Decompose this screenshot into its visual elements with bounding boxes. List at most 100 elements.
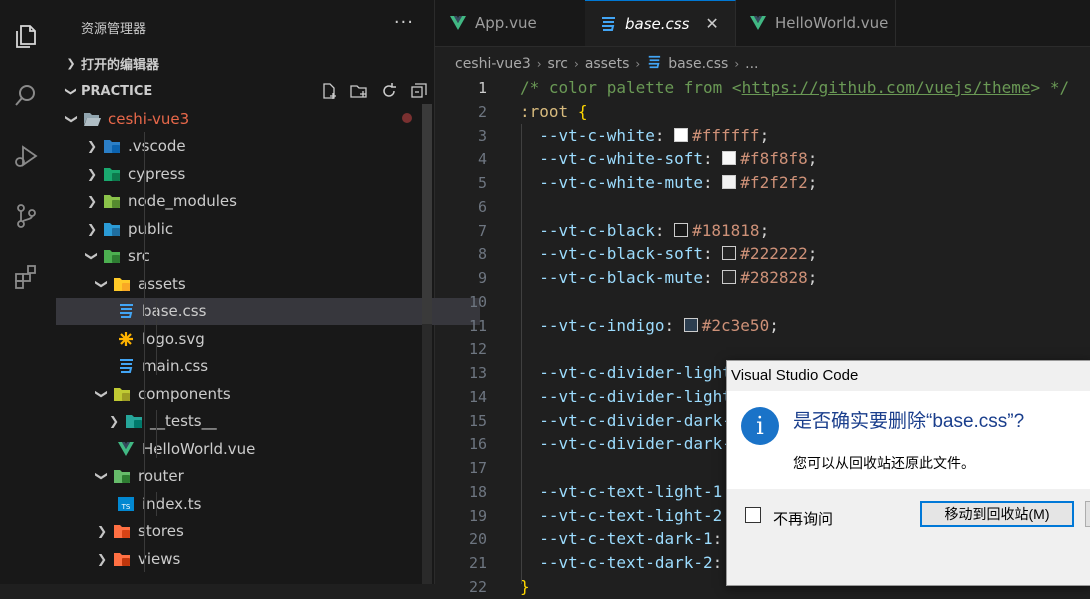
chevron-down-icon: ❯ <box>95 388 109 399</box>
tree-item[interactable]: ❯ router <box>56 463 460 490</box>
editor-tab[interactable]: base.css ✕ <box>585 0 736 46</box>
ts-file-icon: TS <box>116 495 136 513</box>
code-token: #f8f8f8 <box>740 149 808 169</box>
color-swatch[interactable] <box>683 317 698 332</box>
line-content: --vt-c-white: #ffffff; <box>520 124 769 148</box>
sidebar-title: 资源管理器 <box>81 22 147 37</box>
tree-item[interactable]: ❯ public <box>56 215 450 242</box>
line-number: 5 <box>477 174 487 192</box>
run-debug-icon[interactable] <box>0 132 52 180</box>
tree-item[interactable]: logo.svg <box>56 325 480 352</box>
extensions-icon[interactable] <box>0 252 52 300</box>
code-token: --vt-c-divider-light <box>520 386 732 406</box>
code-token: > */ <box>1030 78 1070 97</box>
dont-ask-label[interactable]: 不再询问 <box>773 508 833 529</box>
tree-item[interactable]: ❯ stores <box>56 518 460 545</box>
code-token: : <box>664 315 684 335</box>
color-swatch[interactable] <box>722 151 737 166</box>
workspace-section[interactable]: ❯ PRACTICE <box>56 78 434 104</box>
color-swatch[interactable] <box>674 127 689 142</box>
editor-tab[interactable]: App.vue <box>435 0 586 46</box>
tree-item-label: main.css <box>142 357 209 375</box>
tree-item[interactable]: ❯ views <box>56 545 460 572</box>
folder-open-icon <box>82 110 102 128</box>
tree-item[interactable]: ❯ components <box>56 380 460 407</box>
move-to-trash-button[interactable]: 移动到回收站(M) <box>920 501 1074 527</box>
tree-item-label: ceshi-vue3 <box>108 109 190 128</box>
tree-indent-guide <box>144 132 145 572</box>
breadcrumb-item[interactable]: base.css <box>668 56 728 72</box>
explorer-icon[interactable] <box>0 12 52 60</box>
tree-item-label: __tests__ <box>150 412 217 430</box>
tree-item-label: index.ts <box>142 494 202 513</box>
code-token: --vt-c-white-mute <box>520 173 704 192</box>
tree-item[interactable]: ❯ src <box>56 243 450 270</box>
color-swatch[interactable] <box>674 222 689 237</box>
tree-item[interactable]: ❯ .vscode <box>56 133 450 160</box>
line-number: 2 <box>477 102 487 121</box>
source-control-icon[interactable] <box>0 192 52 240</box>
tree-item[interactable]: ❯ node_modules <box>56 188 450 215</box>
line-number: 15 <box>468 411 487 430</box>
code-token: --vt-c-divider-dark- <box>520 410 732 430</box>
chevron-down-icon: ❯ <box>95 470 109 482</box>
code-line: 2:root { <box>435 100 1090 124</box>
refresh-icon[interactable] <box>374 82 404 100</box>
breadcrumb-item[interactable]: src <box>548 56 568 72</box>
line-content: --vt-c-divider-light <box>520 361 732 385</box>
search-icon[interactable] <box>0 72 52 120</box>
breadcrumb-item[interactable]: assets <box>585 56 630 72</box>
svg-file-icon <box>116 330 136 348</box>
code-token: --vt-c-text-dark-1 <box>520 529 713 549</box>
line-number: 20 <box>468 530 487 549</box>
color-swatch[interactable] <box>722 270 737 284</box>
code-token: : <box>654 125 675 145</box>
close-icon[interactable]: ✕ <box>705 14 718 33</box>
chevron-right-icon: ❯ <box>86 194 98 208</box>
code-token: #ffffff <box>692 125 760 145</box>
open-editors-label: 打开的编辑器 <box>81 57 160 73</box>
explorer-sidebar: 资源管理器 ··· ❯ 打开的编辑器 ❯ PRACTICE ❯ ceshi-vue… <box>56 0 480 584</box>
color-swatch[interactable] <box>722 175 737 189</box>
tree-item[interactable]: ❯ cypress <box>56 160 450 187</box>
line-number: 17 <box>468 459 487 477</box>
open-editors-section[interactable]: ❯ 打开的编辑器 <box>56 50 434 76</box>
code-line: 1 /* color palette from <https://github.c… <box>435 76 1090 100</box>
dont-ask-checkbox[interactable] <box>745 507 761 523</box>
tree-item-label: base.css <box>142 302 207 320</box>
code-token: #f2f2f2 <box>740 173 808 192</box>
code-token: : <box>703 268 723 287</box>
code-token: { <box>577 101 588 121</box>
tree-item[interactable]: HelloWorld.vue <box>56 435 480 462</box>
dialog-message: 是否确实要删除“base.css”? <box>793 411 1025 432</box>
tree-item[interactable]: base.css <box>56 297 480 325</box>
code-line: 10 <box>435 290 1090 314</box>
more-actions-icon[interactable]: ··· <box>394 12 414 33</box>
line-number: 12 <box>468 340 487 359</box>
line-number: 22 <box>468 577 487 596</box>
tree-item-label: cypress <box>128 164 186 183</box>
new-file-icon[interactable] <box>314 82 344 100</box>
cancel-button[interactable] <box>1085 501 1090 527</box>
color-swatch[interactable] <box>722 246 737 261</box>
sidebar-scrollbar-thumb[interactable] <box>422 104 432 324</box>
tree-item[interactable]: ❯ assets <box>56 270 460 297</box>
chevron-right-icon: ❯ <box>96 524 108 538</box>
code-line: 9 --vt-c-black-mute: #282828; <box>435 266 1090 290</box>
code-token: --vt-c-text-light-1 <box>520 481 723 501</box>
line-number: 16 <box>468 435 487 454</box>
breadcrumb-item[interactable]: ceshi-vue3 <box>455 56 531 72</box>
code-token: --vt-c-black-soft <box>520 244 704 264</box>
tree-item[interactable]: ❯ ceshi-vue3 <box>56 105 430 132</box>
workspace-label: PRACTICE <box>81 83 153 99</box>
tree-item[interactable]: main.css <box>56 353 480 380</box>
tree-item[interactable]: TS index.ts <box>56 490 480 517</box>
tree-item[interactable]: ❯ __tests__ <box>56 408 472 435</box>
code-token: : <box>654 220 675 240</box>
collapse-all-icon[interactable] <box>404 82 434 100</box>
editor-tab[interactable]: HelloWorld.vue <box>735 0 896 46</box>
new-folder-icon[interactable] <box>344 82 374 100</box>
line-number: 3 <box>477 126 487 145</box>
code-token: --vt-c-black <box>520 220 655 240</box>
breadcrumb-item[interactable]: ... <box>745 56 758 72</box>
